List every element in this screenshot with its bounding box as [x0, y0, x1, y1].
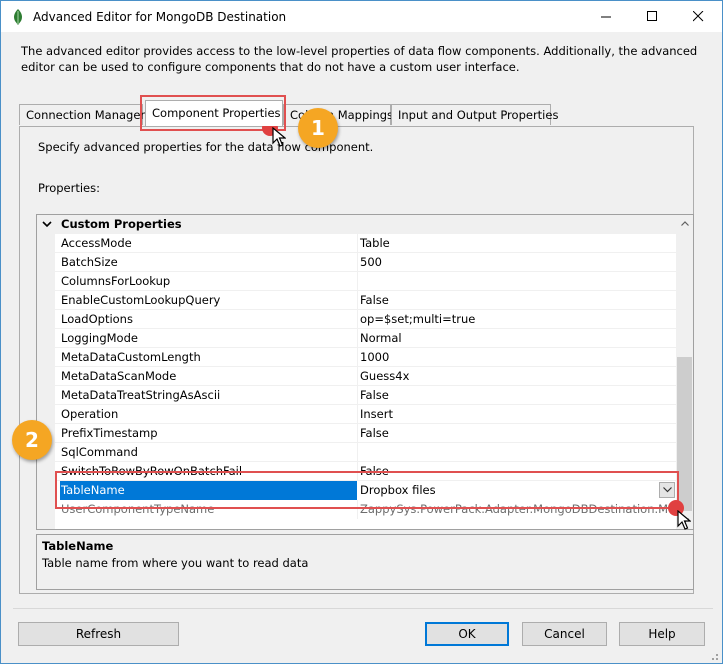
ok-button[interactable]: OK	[425, 622, 509, 646]
property-row-metadatascanmode[interactable]: MetaDataScanMode Guess4x	[37, 367, 677, 386]
property-value: Guess4x	[360, 369, 410, 383]
title-bar: Advanced Editor for MongoDB Destination	[1, 1, 722, 32]
property-value: 1000	[360, 350, 390, 364]
property-name: SqlCommand	[61, 445, 138, 459]
window-title: Advanced Editor for MongoDB Destination	[33, 10, 287, 24]
property-value: Table	[360, 236, 390, 250]
chevron-down-icon[interactable]	[42, 219, 52, 229]
tab-component-properties[interactable]: Component Properties	[145, 100, 283, 126]
property-value: Normal	[360, 331, 402, 345]
minimize-button[interactable]	[583, 1, 629, 32]
close-icon	[692, 11, 703, 22]
tab-label: Connection Managers	[26, 108, 152, 122]
property-name: AccessMode	[61, 236, 132, 250]
property-row-accessmode[interactable]: AccessMode Table	[37, 234, 677, 253]
mouse-cursor-icon	[677, 510, 691, 530]
step-badge-1: 1	[298, 108, 338, 148]
property-name: MetaDataTreatStringAsAscii	[61, 388, 221, 402]
property-value: False	[360, 293, 389, 307]
property-name: Operation	[61, 407, 119, 421]
property-row-batchsize[interactable]: BatchSize 500	[37, 253, 677, 272]
scroll-up-button[interactable]	[676, 215, 693, 232]
maximize-icon	[646, 11, 657, 21]
property-row-prefixtimestamp[interactable]: PrefixTimestamp False	[37, 424, 677, 443]
help-text: Table name from where you want to read d…	[42, 556, 309, 570]
property-value: 500	[360, 255, 382, 269]
mongodb-leaf-icon	[14, 9, 22, 25]
cancel-button[interactable]: Cancel	[522, 622, 607, 646]
footer-divider	[13, 608, 713, 609]
property-name: EnableCustomLookupQuery	[61, 293, 221, 307]
property-name: BatchSize	[61, 255, 118, 269]
property-name: ColumnsForLookup	[61, 274, 171, 288]
category-custom-properties[interactable]: Custom Properties	[37, 215, 677, 234]
property-value: op=$set;multi=true	[360, 312, 476, 326]
mouse-cursor-icon	[272, 127, 286, 147]
property-value: False	[360, 426, 389, 440]
chevron-up-icon	[680, 221, 689, 226]
property-help-box: TableName Table name from where you want…	[36, 534, 694, 590]
step-badge-2: 2	[12, 420, 52, 460]
tab-input-output-properties[interactable]: Input and Output Properties	[391, 104, 558, 125]
property-name: LoadOptions	[61, 312, 133, 326]
property-name: LoggingMode	[61, 331, 138, 345]
highlight-tablename-row	[55, 471, 679, 509]
tab-connection-managers[interactable]: Connection Managers	[19, 104, 151, 125]
property-row-operation[interactable]: Operation Insert	[37, 405, 677, 424]
property-name: MetaDataCustomLength	[61, 350, 201, 364]
tab-label: Input and Output Properties	[398, 108, 559, 122]
size-grip-icon[interactable]	[707, 651, 719, 661]
property-row-metadatacustomlength[interactable]: MetaDataCustomLength 1000	[37, 348, 677, 367]
property-row-sqlcommand[interactable]: SqlCommand	[37, 443, 677, 462]
property-name: PrefixTimestamp	[61, 426, 158, 440]
property-name: MetaDataScanMode	[61, 369, 177, 383]
category-label: Custom Properties	[61, 217, 182, 231]
editor-description: The advanced editor provides access to t…	[21, 44, 698, 74]
property-row-loadoptions[interactable]: LoadOptions op=$set;multi=true	[37, 310, 677, 329]
property-row-metadatatreatstringasascii[interactable]: MetaDataTreatStringAsAscii False	[37, 386, 677, 405]
close-button[interactable]	[675, 1, 721, 32]
property-row-columnsforlookup[interactable]: ColumnsForLookup	[37, 272, 677, 291]
property-value: Insert	[360, 407, 393, 421]
tab-label: Component Properties	[152, 106, 281, 120]
help-title: TableName	[42, 539, 114, 553]
scroll-thumb[interactable]	[677, 357, 692, 511]
maximize-button[interactable]	[629, 1, 675, 32]
property-value: False	[360, 388, 389, 402]
minimize-icon	[600, 16, 611, 18]
refresh-button[interactable]: Refresh	[18, 622, 179, 646]
property-row-loggingmode[interactable]: LoggingMode Normal	[37, 329, 677, 348]
property-row-enablecustomlookupquery[interactable]: EnableCustomLookupQuery False	[37, 291, 677, 310]
advanced-editor-window: Advanced Editor for MongoDB Destination …	[0, 0, 723, 664]
help-button[interactable]: Help	[619, 622, 705, 646]
properties-label: Properties:	[38, 181, 100, 195]
